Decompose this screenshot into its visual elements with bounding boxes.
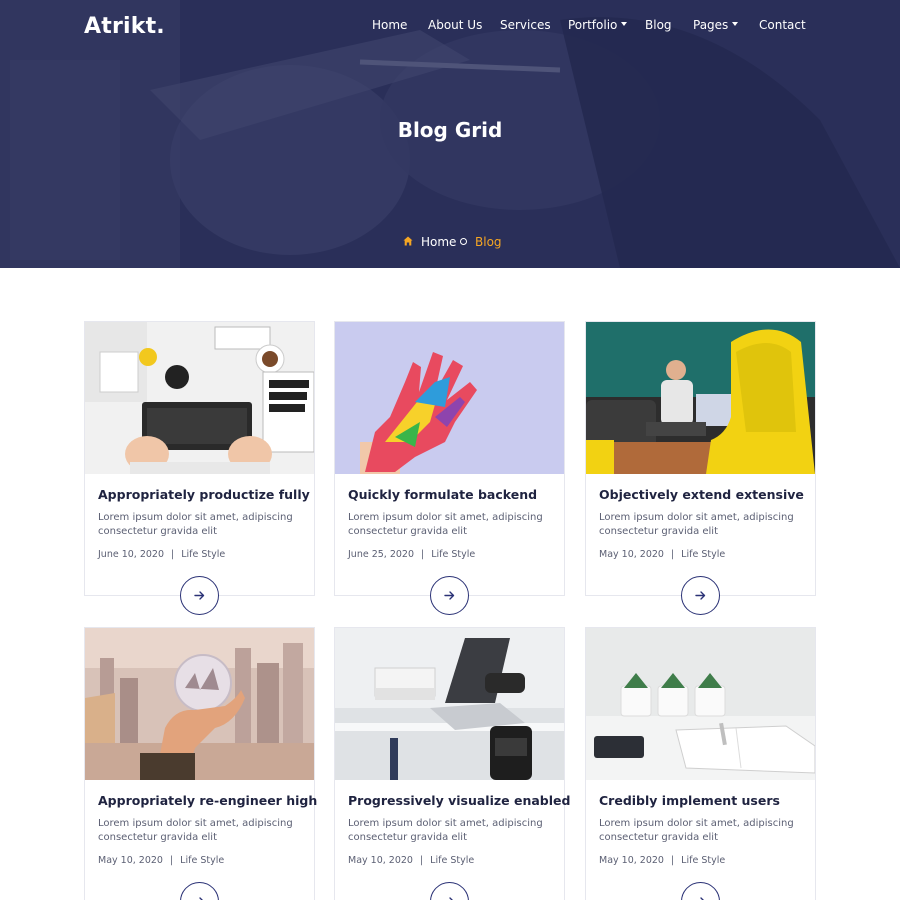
post-date: June 25, 2020 [348,549,415,560]
post-image-painted-hand[interactable] [335,322,564,474]
blog-card: Progressively visualize enabled Lorem ip… [334,627,570,900]
nav-item-home[interactable]: Home [372,18,407,32]
blog-card: Appropriately productize fully Lorem ips… [84,321,315,615]
nav-item-label: About Us [428,18,483,32]
nav-item-portfolio[interactable]: Portfolio [568,18,628,32]
post-meta: June 25, 2020 | Life Style [348,549,475,560]
breadcrumb-separator-icon [460,238,467,245]
post-image-office-yellow-chair[interactable] [586,322,815,474]
read-more-button[interactable] [180,576,219,615]
post-category[interactable]: Life Style [681,855,725,866]
chevron-down-icon [732,21,739,26]
post-date: June 10, 2020 [98,549,165,560]
main-nav: Home About Us Services Portfolio Blog Pa… [0,18,900,34]
read-more-button[interactable] [430,882,469,900]
nav-item-label: Portfolio [568,18,618,32]
nav-item-label: Home [372,18,408,32]
arrow-right-icon [444,591,455,600]
post-title[interactable]: Appropriately productize fully [98,487,310,502]
post-image-desk-keyboard[interactable] [85,322,314,474]
read-more-button[interactable] [430,576,469,615]
page-title: Blog Grid [397,118,503,142]
blog-card: Credibly implement users Lorem ipsum dol… [585,627,816,900]
post-meta: May 10, 2020 | Life Style [599,855,725,866]
arrow-right-icon [194,591,205,600]
arrow-right-icon [695,591,706,600]
home-icon [403,236,413,246]
nav-item-label: Pages [693,18,729,32]
post-image-crystal-ball-city[interactable] [85,628,314,780]
meta-divider: | [670,549,675,560]
post-meta: May 10, 2020 | Life Style [98,855,224,866]
meta-divider: | [670,855,675,866]
post-category[interactable]: Life Style [181,549,225,560]
breadcrumb-current: Blog [475,235,502,249]
meta-divider: | [421,549,425,560]
nav-item-about-us[interactable]: About Us [428,18,482,32]
post-date: May 10, 2020 [98,855,163,866]
post-category[interactable]: Life Style [681,549,725,560]
read-more-button[interactable] [180,882,219,900]
post-excerpt: Lorem ipsum dolor sit amet, adipiscing c… [348,512,543,537]
post-title[interactable]: Credibly implement users [599,793,780,808]
chevron-down-icon [621,21,628,26]
arrow-right-icon [199,897,203,900]
post-title[interactable]: Objectively extend extensive [599,487,804,502]
read-more-button[interactable] [681,882,720,900]
arrow-right-icon [700,897,704,900]
blog-card: Objectively extend extensive Lorem ipsum… [585,321,816,615]
nav-item-label: Contact [759,18,806,32]
post-title[interactable]: Appropriately re-engineer high [98,793,317,808]
read-more-button[interactable] [681,576,720,615]
nav-item-blog[interactable]: Blog [645,18,672,32]
post-excerpt: Lorem ipsum dolor sit amet, adipiscing c… [98,818,293,843]
post-excerpt: Lorem ipsum dolor sit amet, adipiscing c… [599,818,794,843]
meta-divider: | [171,549,175,560]
post-excerpt: Lorem ipsum dolor sit amet, adipiscing c… [98,512,293,537]
nav-item-label: Services [500,18,551,32]
meta-divider: | [419,855,424,866]
post-date: May 10, 2020 [599,855,664,866]
arrow-right-icon [449,897,453,900]
meta-divider: | [169,855,174,866]
blog-card: Appropriately re-engineer high Lorem ips… [84,627,317,900]
post-image-plants-notebook[interactable] [586,628,815,780]
post-category[interactable]: Life Style [431,549,475,560]
nav-item-pages[interactable]: Pages [693,18,739,32]
post-title[interactable]: Progressively visualize enabled [348,793,570,808]
post-image-laptop-desk[interactable] [335,628,564,780]
post-excerpt: Lorem ipsum dolor sit amet, adipiscing c… [599,512,794,537]
nav-item-label: Blog [645,18,672,32]
page-hero: Atrikt. Home About Us Services Portfolio… [0,0,900,268]
post-excerpt: Lorem ipsum dolor sit amet, adipiscing c… [348,818,543,843]
blog-card: Quickly formulate backend Lorem ipsum do… [334,321,565,615]
post-date: May 10, 2020 [599,549,664,560]
post-meta: May 10, 2020 | Life Style [599,549,725,560]
post-meta: June 10, 2020 | Life Style [98,549,225,560]
post-category[interactable]: Life Style [180,855,224,866]
post-date: May 10, 2020 [348,855,413,866]
post-meta: May 10, 2020 | Life Style [348,855,474,866]
post-category[interactable]: Life Style [430,855,474,866]
breadcrumb-home-link[interactable]: Home [421,235,456,249]
nav-item-services[interactable]: Services [500,18,551,32]
nav-item-contact[interactable]: Contact [759,18,806,32]
post-title[interactable]: Quickly formulate backend [348,487,537,502]
